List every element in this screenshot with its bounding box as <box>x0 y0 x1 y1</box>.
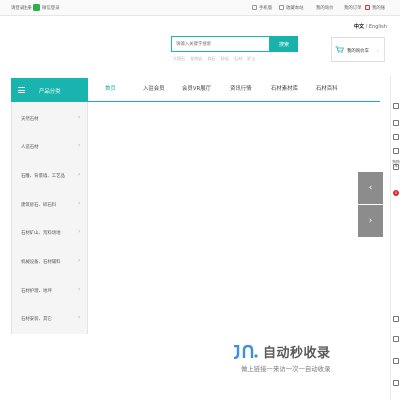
cart-icon <box>335 46 344 53</box>
category-header[interactable]: 产品分类 <box>11 78 88 102</box>
heart-icon[interactable] <box>393 134 399 140</box>
hot-word[interactable]: 花岗岩 <box>190 56 202 61</box>
headset-icon[interactable] <box>393 358 399 364</box>
category-item[interactable]: 石雕、背景墙、工艺品 › <box>12 162 89 187</box>
history-icon[interactable] <box>393 148 399 154</box>
hot-word[interactable]: 岗石 <box>208 56 216 61</box>
mobile-link[interactable]: 手机版 <box>259 5 272 11</box>
chevron-right-icon: › <box>78 286 81 293</box>
chevron-right-icon: › <box>78 200 81 207</box>
nav-members[interactable]: 入驻会员 <box>143 84 165 92</box>
category-item-label: 建筑砂石、碎石料 <box>21 203 57 208</box>
hot-words: 大理石 花岗岩 岗石 砂岩 石材 矿山 <box>173 56 259 62</box>
chevron-right-icon: › <box>377 48 379 53</box>
user-icon[interactable] <box>393 103 399 109</box>
heart-icon <box>279 5 284 10</box>
chevron-right-icon: › <box>78 314 81 321</box>
category-item-label: 石材矿山、荒料场地 <box>21 231 61 236</box>
watermark-title: 自动秒收录 <box>263 346 331 361</box>
nav-news[interactable]: 资讯行情 <box>230 84 252 92</box>
my-inquiry-link[interactable]: 我的询价 <box>316 5 334 11</box>
hot-word[interactable]: 石材 <box>234 56 242 61</box>
back-to-top-icon[interactable] <box>393 380 399 386</box>
hot-word[interactable]: 大理石 <box>173 56 185 61</box>
category-item[interactable]: 石材矿山、荒料场地 › <box>12 219 89 244</box>
category-item[interactable]: 天然石材 › <box>12 105 89 130</box>
category-item-label: 石雕、背景墙、工艺品 <box>21 174 65 179</box>
nav-material-library[interactable]: 石材素材库 <box>271 84 298 92</box>
search-button[interactable]: 搜索 <box>270 36 298 52</box>
nav-encyclopedia[interactable]: 石材百科 <box>316 84 338 92</box>
message-icon[interactable] <box>393 120 399 126</box>
qr-code-icon[interactable] <box>393 336 399 342</box>
chevron-right-icon: › <box>78 228 81 235</box>
category-item[interactable]: 人造石材 › <box>12 133 89 158</box>
favorite-link[interactable]: 收藏本站 <box>286 5 304 11</box>
category-item-label: 天然石材 <box>21 117 39 122</box>
side-cart-label[interactable]: 购物车 <box>392 160 400 169</box>
category-item-label: 石材护理、地坪 <box>21 289 52 294</box>
category-item[interactable]: 石材护理、地坪 › <box>12 277 89 302</box>
category-item[interactable]: 机械设备、石材辅料 › <box>12 248 89 273</box>
lang-en[interactable]: English <box>369 24 387 30</box>
register-link[interactable]: 注册 <box>23 5 32 11</box>
nav-underline <box>88 101 380 102</box>
carousel-next-button[interactable]: › <box>358 205 383 237</box>
lang-zh[interactable]: 中文 <box>354 24 364 30</box>
search-input[interactable] <box>171 36 270 52</box>
hot-word[interactable]: 砂岩 <box>221 56 229 61</box>
cart-count-badge: 0 <box>393 190 399 196</box>
wechat-login-link[interactable]: 微信登录 <box>42 5 60 11</box>
menu-icon <box>18 87 25 93</box>
category-list: 天然石材 › 人造石材 › 石雕、背景墙、工艺品 › 建筑砂石、碎石料 › 石材… <box>11 102 88 334</box>
inquiry-cart-button[interactable]: 我的询价车 › <box>331 37 385 62</box>
watermark-subtitle: 做上链接一来访一次一自动收录 <box>241 365 331 373</box>
chevron-right-icon: › <box>78 171 81 178</box>
category-item[interactable]: 建筑砂石、碎石料 › <box>12 191 89 216</box>
wechat-icon[interactable] <box>33 4 40 11</box>
chevron-right-icon: › <box>78 142 81 149</box>
category-item-label: 石材安装、其它 <box>21 317 52 322</box>
inquiry-cart-label: 我的询价车 <box>347 49 369 54</box>
language-switch: 中文 / English <box>354 23 387 30</box>
top-bar: 请登录 注册 微信登录 手机版 收藏本站 我的询价 我的订单 我的账 <box>0 0 400 16</box>
category-item-label: 机械设备、石材辅料 <box>21 260 61 265</box>
account-icon <box>365 5 370 10</box>
category-item[interactable]: 石材安装、其它 › <box>12 305 89 330</box>
edit-icon[interactable] <box>393 316 399 322</box>
nav-home[interactable]: 首页 <box>105 84 116 92</box>
category-item-label: 人造石材 <box>21 145 39 150</box>
hot-word[interactable]: 矿山 <box>247 56 255 61</box>
carousel-prev-button[interactable]: ‹ <box>358 172 383 204</box>
category-title: 产品分类 <box>39 89 61 95</box>
chevron-right-icon: › <box>78 257 81 264</box>
chevron-right-icon: › <box>78 114 81 121</box>
my-order-link[interactable]: 我的订单 <box>344 5 362 11</box>
nav-vr-showroom[interactable]: 会员VR展厅 <box>182 84 211 92</box>
watermark-logo-icon <box>233 345 258 359</box>
my-account-link[interactable]: 我的账 <box>372 5 385 11</box>
side-toolbar: 购物车 0 <box>390 76 400 400</box>
mobile-icon <box>252 5 257 10</box>
